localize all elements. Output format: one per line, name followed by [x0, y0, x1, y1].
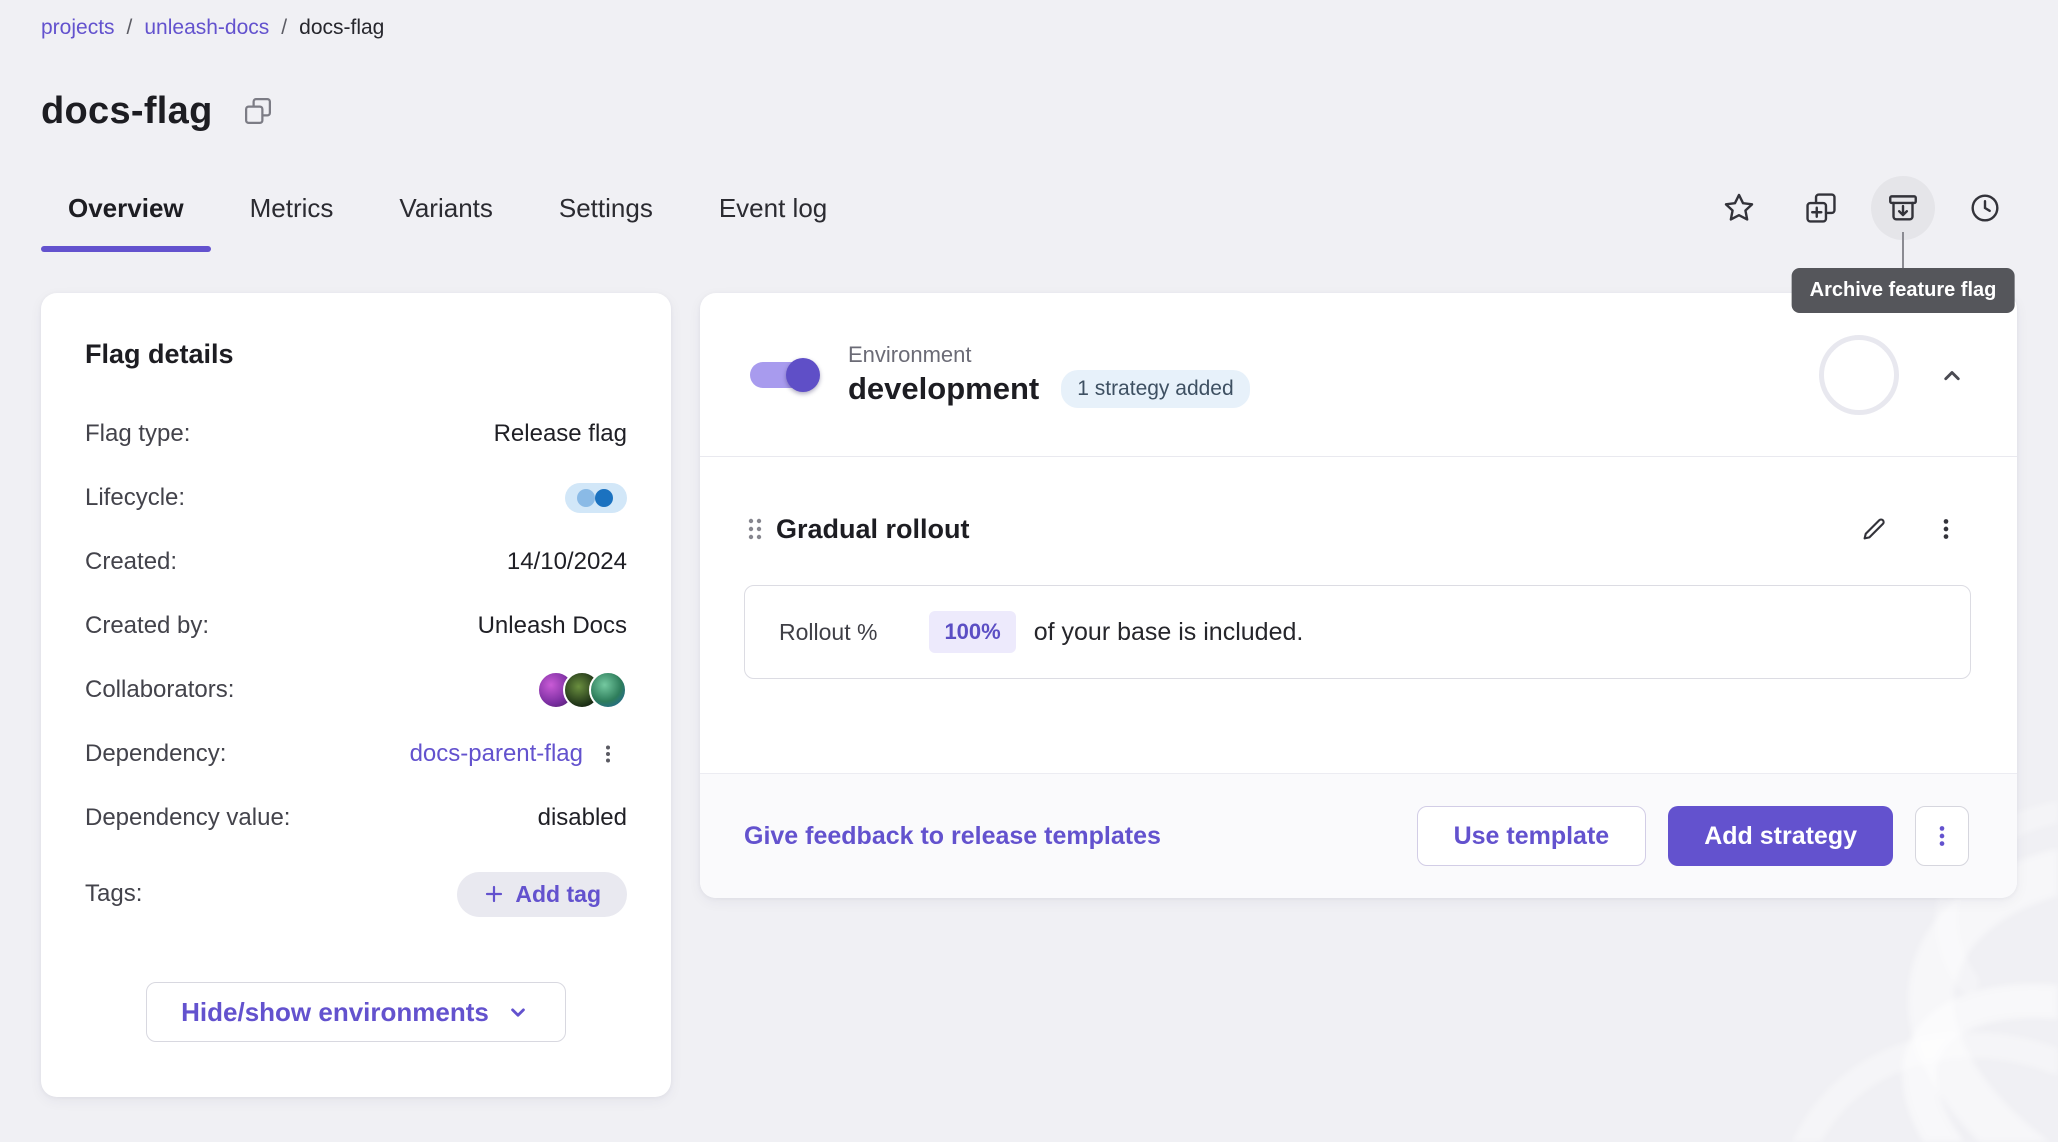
- archive-icon: [1886, 191, 1920, 225]
- environment-header: Environment development 1 strategy added: [700, 293, 2017, 457]
- created-label: Created:: [85, 548, 177, 576]
- hide-show-environments-button[interactable]: Hide/show environments: [146, 982, 566, 1042]
- tooltip-connector: [1902, 232, 1904, 268]
- kebab-icon: [1932, 515, 1960, 543]
- archive-tooltip: Archive feature flag: [1792, 268, 2015, 313]
- hide-show-environments-label: Hide/show environments: [181, 997, 489, 1028]
- avatar: [589, 671, 627, 709]
- breadcrumb-separator: /: [281, 16, 287, 40]
- kebab-icon: [596, 742, 620, 766]
- environment-card: Environment development 1 strategy added: [700, 293, 2017, 898]
- strategy-menu-button[interactable]: [1921, 504, 1971, 554]
- flag-actions-toolbar: Archive feature flag: [1707, 176, 2017, 240]
- collaborator-avatars: [537, 671, 627, 709]
- copy-plus-icon: [1804, 191, 1838, 225]
- lifecycle-stage-icon: [565, 483, 627, 513]
- edit-strategy-button[interactable]: [1849, 504, 1899, 554]
- lifecycle-label: Lifecycle:: [85, 484, 185, 512]
- flag-details-card: Flag details Flag type: Release flag Lif…: [41, 293, 671, 1097]
- flag-type-label: Flag type:: [85, 420, 190, 448]
- lifecycle-row: Lifecycle:: [85, 466, 627, 530]
- created-row: Created: 14/10/2024: [85, 530, 627, 594]
- drag-dots-icon: [744, 515, 766, 543]
- created-by-label: Created by:: [85, 612, 209, 640]
- plus-icon: [483, 883, 505, 905]
- collapse-environment-button[interactable]: [1937, 360, 1967, 390]
- flag-details-title: Flag details: [85, 339, 627, 370]
- tab-metrics[interactable]: Metrics: [223, 164, 361, 252]
- breadcrumb-separator: /: [127, 16, 133, 40]
- kebab-icon: [1928, 822, 1956, 850]
- add-tag-label: Add tag: [515, 881, 601, 908]
- page-title: docs-flag: [41, 88, 213, 134]
- environment-label: Environment: [848, 342, 1250, 368]
- toggle-knob: [786, 358, 820, 392]
- breadcrumb-current: docs-flag: [299, 16, 384, 40]
- strategy-drag-handle[interactable]: [744, 515, 766, 543]
- clock-icon: [1968, 191, 2002, 225]
- archive-button[interactable]: [1871, 176, 1935, 240]
- use-template-button[interactable]: Use template: [1417, 806, 1647, 866]
- environment-name: development: [848, 371, 1039, 407]
- dependency-label: Dependency:: [85, 740, 226, 768]
- strategy-title: Gradual rollout: [776, 514, 970, 545]
- lifecycle-dot-dark: [595, 489, 613, 507]
- copy-icon: [243, 96, 273, 126]
- dependency-value-row: Dependency value: disabled: [85, 786, 627, 850]
- tab-settings[interactable]: Settings: [532, 164, 680, 252]
- dependency-link[interactable]: docs-parent-flag: [410, 740, 583, 768]
- chevron-up-icon: [1937, 360, 1967, 390]
- tab-bar: Overview Metrics Variants Settings Event…: [41, 164, 854, 252]
- created-by-value: Unleash Docs: [478, 612, 627, 640]
- dependency-value-label: Dependency value:: [85, 804, 290, 832]
- lifecycle-dot-light: [577, 489, 595, 507]
- environment-toggle[interactable]: [748, 357, 820, 393]
- dependency-row: Dependency: docs-parent-flag: [85, 722, 627, 786]
- collaborators-label: Collaborators:: [85, 676, 234, 704]
- release-templates-feedback-link[interactable]: Give feedback to release templates: [744, 822, 1161, 851]
- rollout-value-badge: 100%: [929, 611, 1015, 653]
- star-icon: [1722, 191, 1756, 225]
- breadcrumb: projects / unleash-docs / docs-flag: [41, 0, 2017, 40]
- favorite-button[interactable]: [1707, 176, 1771, 240]
- pencil-icon: [1859, 514, 1889, 544]
- add-strategy-button[interactable]: Add strategy: [1668, 806, 1893, 866]
- flag-type-row: Flag type: Release flag: [85, 402, 627, 466]
- tab-overview[interactable]: Overview: [41, 164, 211, 252]
- created-value: 14/10/2024: [507, 548, 627, 576]
- breadcrumb-link-projects[interactable]: projects: [41, 16, 115, 40]
- rollout-description: of your base is included.: [1034, 618, 1304, 647]
- strategy-section: Gradual rollout: [700, 457, 2017, 773]
- copy-name-button[interactable]: [243, 96, 273, 126]
- environment-footer: Give feedback to release templates Use t…: [700, 773, 2017, 898]
- breadcrumb-link-unleash-docs[interactable]: unleash-docs: [144, 16, 269, 40]
- dependency-menu-button[interactable]: [589, 735, 627, 773]
- environment-metrics-circle: [1819, 335, 1899, 415]
- tags-label: Tags:: [85, 880, 142, 908]
- strategy-count-badge: 1 strategy added: [1061, 370, 1249, 408]
- copy-feature-button[interactable]: [1789, 176, 1853, 240]
- tab-variants[interactable]: Variants: [372, 164, 519, 252]
- tags-row: Tags: Add tag: [85, 862, 627, 926]
- more-strategy-actions-button[interactable]: [1915, 806, 1969, 866]
- dependency-value: disabled: [538, 804, 627, 832]
- tab-event-log[interactable]: Event log: [692, 164, 854, 252]
- history-button[interactable]: [1953, 176, 2017, 240]
- rollout-label: Rollout %: [779, 619, 877, 646]
- chevron-down-icon: [505, 999, 531, 1025]
- collaborators-row: Collaborators:: [85, 658, 627, 722]
- add-tag-button[interactable]: Add tag: [457, 872, 627, 917]
- flag-type-value: Release flag: [494, 420, 627, 448]
- created-by-row: Created by: Unleash Docs: [85, 594, 627, 658]
- rollout-summary-box: Rollout % 100% of your base is included.: [744, 585, 1971, 679]
